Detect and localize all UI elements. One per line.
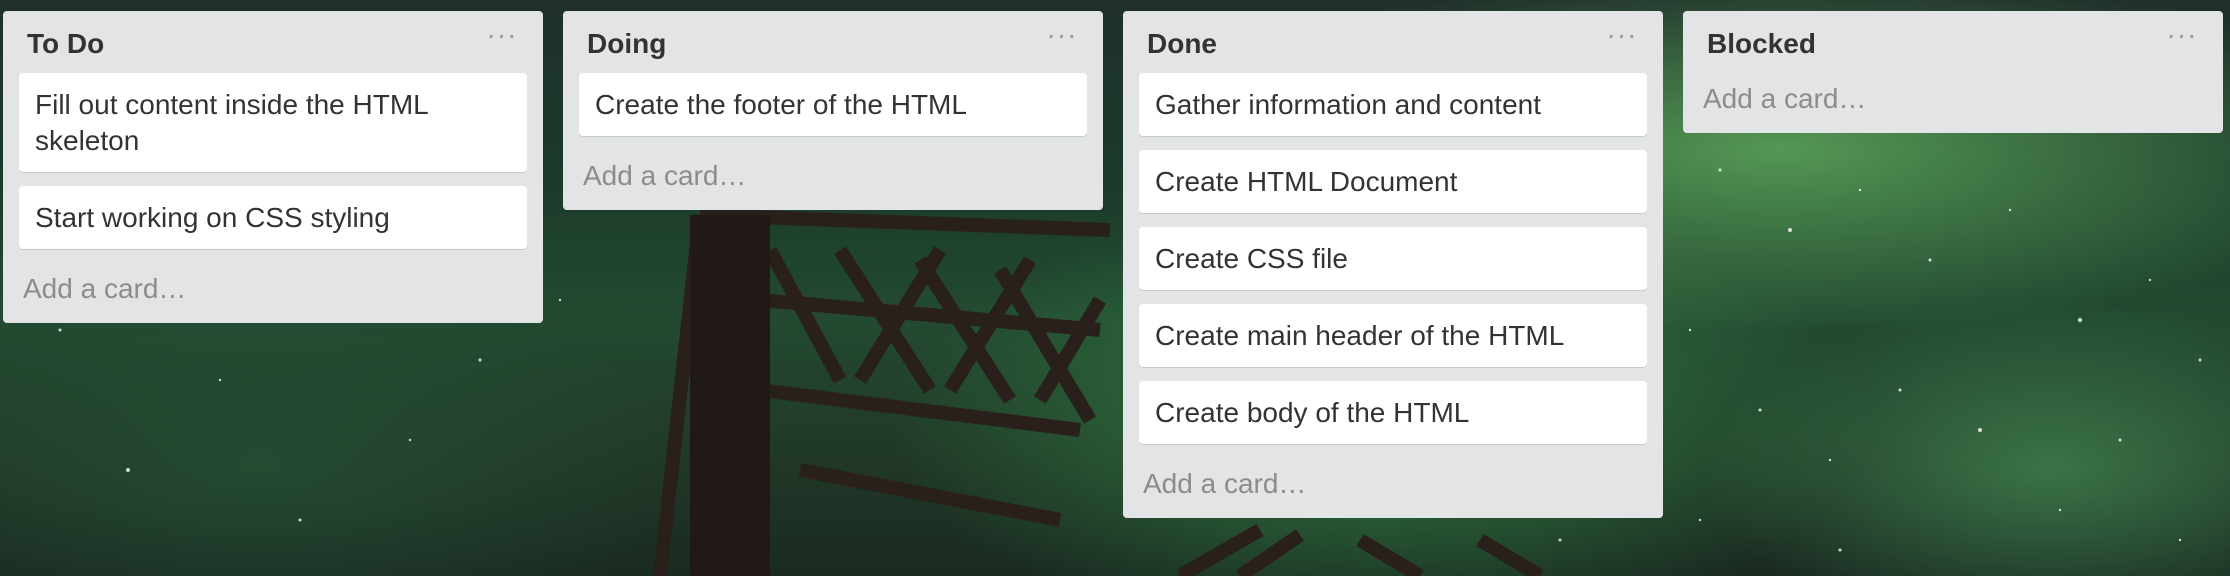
list-card[interactable]: Create the footer of the HTML: [579, 73, 1087, 136]
list-card[interactable]: Create HTML Document: [1139, 150, 1647, 213]
list-title[interactable]: Doing: [587, 28, 666, 60]
list-doing: Doing ··· Create the footer of the HTML …: [563, 11, 1103, 210]
add-card-button[interactable]: Add a card…: [579, 150, 1087, 200]
list-title[interactable]: Done: [1147, 28, 1217, 60]
list-card[interactable]: Fill out content inside the HTML skeleto…: [19, 73, 527, 172]
list-card[interactable]: Create main header of the HTML: [1139, 304, 1647, 367]
list-to-do: To Do ··· Fill out content inside the HT…: [3, 11, 543, 323]
add-card-button[interactable]: Add a card…: [1139, 458, 1647, 508]
list-card[interactable]: Create body of the HTML: [1139, 381, 1647, 444]
more-horizontal-icon[interactable]: ···: [2165, 21, 2199, 53]
more-horizontal-icon[interactable]: ···: [485, 21, 519, 53]
list-title[interactable]: To Do: [27, 28, 104, 60]
list-header: To Do ···: [19, 11, 527, 73]
more-horizontal-icon[interactable]: ···: [1605, 21, 1639, 53]
add-card-button[interactable]: Add a card…: [19, 263, 527, 313]
list-header: Done ···: [1139, 11, 1647, 73]
add-card-button[interactable]: Add a card…: [1699, 73, 2207, 123]
list-card[interactable]: Gather information and content: [1139, 73, 1647, 136]
list-blocked: Blocked ··· Add a card…: [1683, 11, 2223, 133]
board: To Do ··· Fill out content inside the HT…: [0, 0, 2230, 576]
list-card[interactable]: Start working on CSS styling: [19, 186, 527, 249]
list-done: Done ··· Gather information and content …: [1123, 11, 1663, 518]
list-title[interactable]: Blocked: [1707, 28, 1816, 60]
list-header: Blocked ···: [1699, 11, 2207, 73]
list-card[interactable]: Create CSS file: [1139, 227, 1647, 290]
list-header: Doing ···: [579, 11, 1087, 73]
more-horizontal-icon[interactable]: ···: [1045, 21, 1079, 53]
